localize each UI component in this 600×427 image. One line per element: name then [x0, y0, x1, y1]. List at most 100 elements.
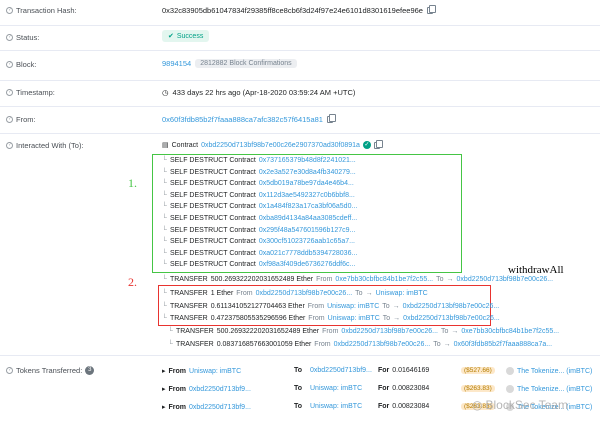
token-name-link[interactable]: The Tokenize... (imBTC) [517, 386, 592, 393]
transfer-to-link[interactable]: 0x60f3fdb85b2f7faaa888ca7a... [454, 341, 552, 348]
arrow-right-icon: → [446, 276, 454, 283]
token-logo-icon [506, 385, 514, 393]
self-destruct-item: └ SELF DESTRUCT Contract 0x2e3a527e30d8a4f… [162, 168, 356, 176]
divider [0, 106, 600, 107]
token-name-link[interactable]: The Tokenize... (imBTC) [517, 368, 592, 375]
token-to-link[interactable]: Uniswap: imBTC [310, 385, 362, 392]
self-destruct-item: └ SELF DESTRUCT Contract 0x5db019a78be97da… [162, 180, 354, 188]
block-number-link[interactable]: 9894154 [162, 59, 191, 68]
block-label: Block: [16, 60, 37, 69]
token-from-link[interactable]: 0xbd2250d713bf9... [189, 386, 251, 393]
tree-branch-icon: └ [168, 341, 173, 348]
timestamp-label: Timestamp: [16, 88, 55, 97]
self-destruct-item: └ SELF DESTRUCT Contract 0x737165379b48d8f… [162, 157, 356, 164]
transfer-from-link[interactable]: 0xe7bb30cbfbc84b1be7f2c55... [335, 276, 433, 283]
self-destruct-address-link[interactable]: 0x737165379b48d8f2241021... [259, 157, 356, 164]
arrow-right-icon: → [365, 290, 373, 297]
arrow-right-icon: → [392, 303, 400, 310]
self-destruct-address-link[interactable]: 0x112d3ae5492327c0b6bbf8... [259, 192, 355, 199]
copy-icon[interactable] [426, 5, 436, 14]
transfer-to-link[interactable]: 0xe7bb30cbfbc84b1be7f2c55... [461, 328, 559, 335]
contract-line: ▤ Contract 0xbd2250d713bf98b7e00c26e2907… [162, 139, 383, 149]
transfer-to-link[interactable]: 0xbd2250d713bf98b7e00c26... [403, 303, 500, 310]
token-from-link[interactable]: 0xbd2250d713bf9... [189, 404, 251, 411]
contract-address-link[interactable]: 0xbd2250d713bf98b7e00c26e2907370ad30f089… [201, 142, 360, 149]
usd-value-badge: ($263.83) [461, 385, 495, 392]
divider [0, 50, 600, 51]
transfer-from-link[interactable]: Uniswap: imBTC [328, 315, 380, 322]
help-icon[interactable]: ? [6, 367, 13, 374]
tx-hash-label: Transaction Hash: [16, 6, 77, 15]
transfer-from-link[interactable]: 0xbd2250d713bf98b7e00c26... [334, 341, 431, 348]
from-label: From: [16, 115, 36, 124]
status-label: Status: [16, 33, 40, 42]
help-icon[interactable]: ? [6, 89, 13, 96]
self-destruct-address-link[interactable]: 0xa021c7778ddb5394728036... [259, 250, 357, 257]
self-destruct-address-link[interactable]: 0xba89d4134a84aa3085cdeff... [259, 215, 357, 222]
tx-hash-value: 0x32c83905db61047834f29385ff8ce8cb6f3d24… [162, 6, 423, 15]
verified-check-icon: ✓ [362, 141, 371, 149]
help-icon[interactable]: ? [6, 142, 13, 149]
interacted-label: Interacted With (To): [16, 141, 84, 150]
tokens-count-badge: 3 [85, 366, 95, 375]
transfer-item: └ TRANSFER 500.269322202031652489 Ether Fro… [162, 276, 554, 283]
annotation-1: 1. [128, 176, 137, 190]
self-destruct-item: └ SELF DESTRUCT Contract 0xba89d4134a84aa3… [162, 215, 358, 222]
self-destruct-item: └ SELF DESTRUCT Contract 0x295f48a54760159… [162, 226, 356, 234]
token-to-link[interactable]: Uniswap: imBTC [310, 403, 362, 410]
tree-branch-icon: └ [162, 276, 167, 283]
divider [0, 133, 600, 134]
self-destruct-address-link[interactable]: 0xf98a3f409de6736276ddf6c... [259, 261, 356, 268]
self-destruct-address-link[interactable]: 0x2e3a527e30d8a4fb340279... [259, 169, 356, 176]
self-destruct-address-link[interactable]: 0x295f48a547601596b127c9... [259, 227, 356, 234]
tree-branch-icon: └ [162, 180, 167, 188]
token-from-link[interactable]: Uniswap: imBTC [189, 368, 241, 375]
arrow-right-icon: → [451, 328, 459, 335]
self-destruct-item: └ SELF DESTRUCT Contract 0xf98a3f409de6736… [162, 261, 356, 269]
copy-icon[interactable] [373, 139, 383, 149]
block-row: ? Block: 9894154 2812882 Block Confirmatio… [0, 59, 600, 73]
annotation-2: 2. [128, 275, 137, 289]
status-row: ? Status: ✔ Success [0, 30, 600, 44]
self-destruct-item: └ SELF DESTRUCT Contract 0x1a484f823a17ca3… [162, 203, 358, 211]
transfer-item: └ TRANSFER 0.472375805535296596 Ether From U… [162, 315, 500, 322]
self-destruct-address-link[interactable]: 0x5db019a78be97da4e46b4... [259, 180, 354, 187]
help-icon[interactable]: ? [6, 7, 13, 14]
transfer-to-link[interactable]: 0xbd2250d713bf98b7e00c26... [457, 276, 554, 283]
token-amount: 0.01646169 [392, 367, 430, 374]
help-icon[interactable]: ? [6, 61, 13, 68]
tree-branch-icon: └ [162, 215, 167, 222]
clock-icon: ◷ [162, 88, 169, 97]
from-address-link[interactable]: 0x60f3fdb85b2f7faaa888ca7afc382c57f6415a… [162, 115, 323, 124]
tree-branch-icon: └ [162, 203, 167, 211]
copy-icon[interactable] [326, 114, 336, 123]
tree-branch-icon: └ [162, 249, 167, 257]
divider [0, 355, 600, 356]
self-destruct-address-link[interactable]: 0x1a484f823a17ca3bf06a5d0... [259, 203, 357, 210]
status-badge: ✔ Success [162, 30, 210, 42]
transfer-item: └ TRANSFER 500.269322202031652489 Ether Fro… [168, 328, 560, 335]
transfer-to-link[interactable]: Uniswap: imBTC [376, 290, 428, 297]
transfer-from-link[interactable]: Uniswap: imBTC [327, 303, 379, 310]
token-to-link[interactable]: 0xbd2250d713bf9... [310, 367, 372, 374]
caret-right-icon: ▸ [162, 404, 166, 411]
help-icon[interactable]: ? [6, 34, 13, 41]
arrow-right-icon: → [393, 315, 401, 322]
self-destruct-address-link[interactable]: 0x300cf51023726aab1c65a7... [259, 238, 355, 245]
token-amount: 0.00823084 [392, 385, 430, 392]
transfer-to-link[interactable]: 0xbd2250d713bf98b7e00c26... [403, 315, 500, 322]
tree-branch-icon: └ [162, 303, 167, 310]
transfer-from-link[interactable]: 0xbd2250d713bf98b7e00c26... [256, 290, 353, 297]
arrow-right-icon: → [443, 341, 451, 348]
self-destruct-item: └ SELF DESTRUCT Contract 0x300cf51023726aa… [162, 238, 355, 246]
tree-branch-icon: └ [162, 238, 167, 246]
transfer-item: └ TRANSFER 1 Ether From 0xbd2250d713bf98b7e0… [162, 290, 428, 297]
timestamp-row: ? Timestamp: ◷ 433 days 22 hrs ago (Apr-18… [0, 87, 600, 101]
tree-branch-icon: └ [162, 290, 167, 297]
divider [0, 80, 600, 81]
help-icon[interactable]: ? [6, 116, 13, 123]
token-amount: 0.00823084 [392, 403, 430, 410]
transfer-from-link[interactable]: 0xbd2250d713bf98b7e00c26... [341, 328, 438, 335]
caret-right-icon: ▸ [162, 368, 166, 375]
file-icon: ▤ [162, 142, 169, 149]
